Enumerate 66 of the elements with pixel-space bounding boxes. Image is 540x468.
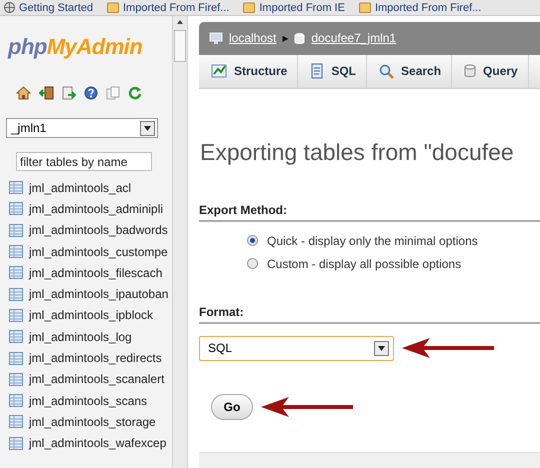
table-name-link[interactable]: jml_admintools_ipblock	[29, 308, 154, 322]
server-link[interactable]: localhost	[229, 31, 276, 46]
help-icon[interactable]	[84, 86, 98, 100]
table-icon	[9, 288, 23, 301]
table-icon	[9, 415, 23, 428]
structure-icon	[211, 64, 227, 78]
nav-tab[interactable]: Search	[367, 54, 452, 88]
folder-icon	[358, 2, 371, 13]
app-logo[interactable]: phpMyAdmin	[6, 24, 172, 60]
scrollbar[interactable]	[172, 16, 188, 468]
search-icon	[379, 64, 394, 79]
database-link[interactable]: docufee7_jmln1	[311, 31, 396, 46]
radio-option[interactable]: Quick - display only the minimal options	[247, 234, 540, 248]
table-icon	[9, 308, 23, 322]
table-name-link[interactable]: jml_admintools_acl	[29, 180, 132, 195]
table-name-link[interactable]: jml_admintools_adminipli	[29, 202, 164, 216]
database-icon	[464, 64, 476, 78]
separator-glyph: ▸	[282, 31, 288, 46]
server-icon	[209, 32, 223, 45]
nav-tab[interactable]: Query	[452, 54, 529, 88]
table-name-link[interactable]: jml_admintools_redirects	[29, 351, 162, 366]
home-icon[interactable]	[16, 86, 31, 100]
radio-icon[interactable]	[247, 235, 258, 246]
section-heading: Format:	[199, 304, 540, 324]
table-icon	[9, 436, 23, 450]
table-name-link[interactable]: jml_admintools_filescach	[29, 266, 162, 280]
database-select[interactable]: _jmln1	[6, 118, 158, 138]
table-icon	[9, 224, 23, 237]
table-name-link[interactable]: jml_admintools_wafexcep	[29, 436, 166, 450]
document-arrow-icon[interactable]	[62, 86, 76, 100]
table-icon	[9, 352, 23, 365]
table-icon	[9, 372, 23, 386]
document-icon	[310, 63, 324, 80]
table-icon	[9, 266, 23, 280]
copy-icon[interactable]	[106, 86, 120, 100]
page-title: Exporting tables from "docufee	[200, 138, 515, 166]
exit-door-icon[interactable]	[39, 86, 54, 100]
table-icon	[9, 245, 23, 258]
folder-icon	[107, 2, 119, 13]
bookmark-link[interactable]: Imported From Firef...	[107, 2, 230, 14]
filter-field[interactable]: filter tables by name	[16, 152, 152, 171]
folder-icon	[243, 2, 256, 13]
table-name-link[interactable]: jml_admintools_scans	[29, 394, 148, 408]
go-button[interactable]: Go	[211, 394, 253, 420]
radio-icon[interactable]	[247, 258, 258, 270]
table-name-link[interactable]: jml_admintools_custompe	[29, 244, 168, 259]
bookmark-link[interactable]: Imported From Firef...	[358, 2, 482, 14]
table-icon	[9, 181, 23, 194]
table-name-link[interactable]: jml_admintools_log	[29, 330, 132, 344]
table-name-link[interactable]: jml_admintools_badwords	[29, 223, 168, 238]
table-name-link[interactable]: jml_admintools_ipautoban	[29, 287, 168, 302]
section-heading: Export Method:	[199, 202, 540, 222]
database-icon	[294, 32, 306, 45]
scroll-thumb[interactable]	[174, 30, 186, 62]
table-name-link[interactable]: jml_admintools_storage	[29, 414, 156, 429]
table-icon	[9, 330, 23, 344]
bookmark-link[interactable]: Getting Started	[4, 2, 93, 14]
table-name-link[interactable]: jml_admintools_scanalert	[29, 372, 164, 386]
nav-tab[interactable]: SQL	[298, 54, 368, 88]
radio-option[interactable]: Custom - display all possible options	[247, 256, 540, 271]
format-select[interactable]: SQL	[199, 336, 394, 361]
table-icon	[9, 394, 23, 408]
nav-tab[interactable]: Structure	[199, 54, 298, 88]
table-icon	[9, 202, 23, 216]
refresh-icon[interactable]	[128, 86, 142, 100]
bookmark-link[interactable]: Imported From IE	[243, 2, 345, 14]
